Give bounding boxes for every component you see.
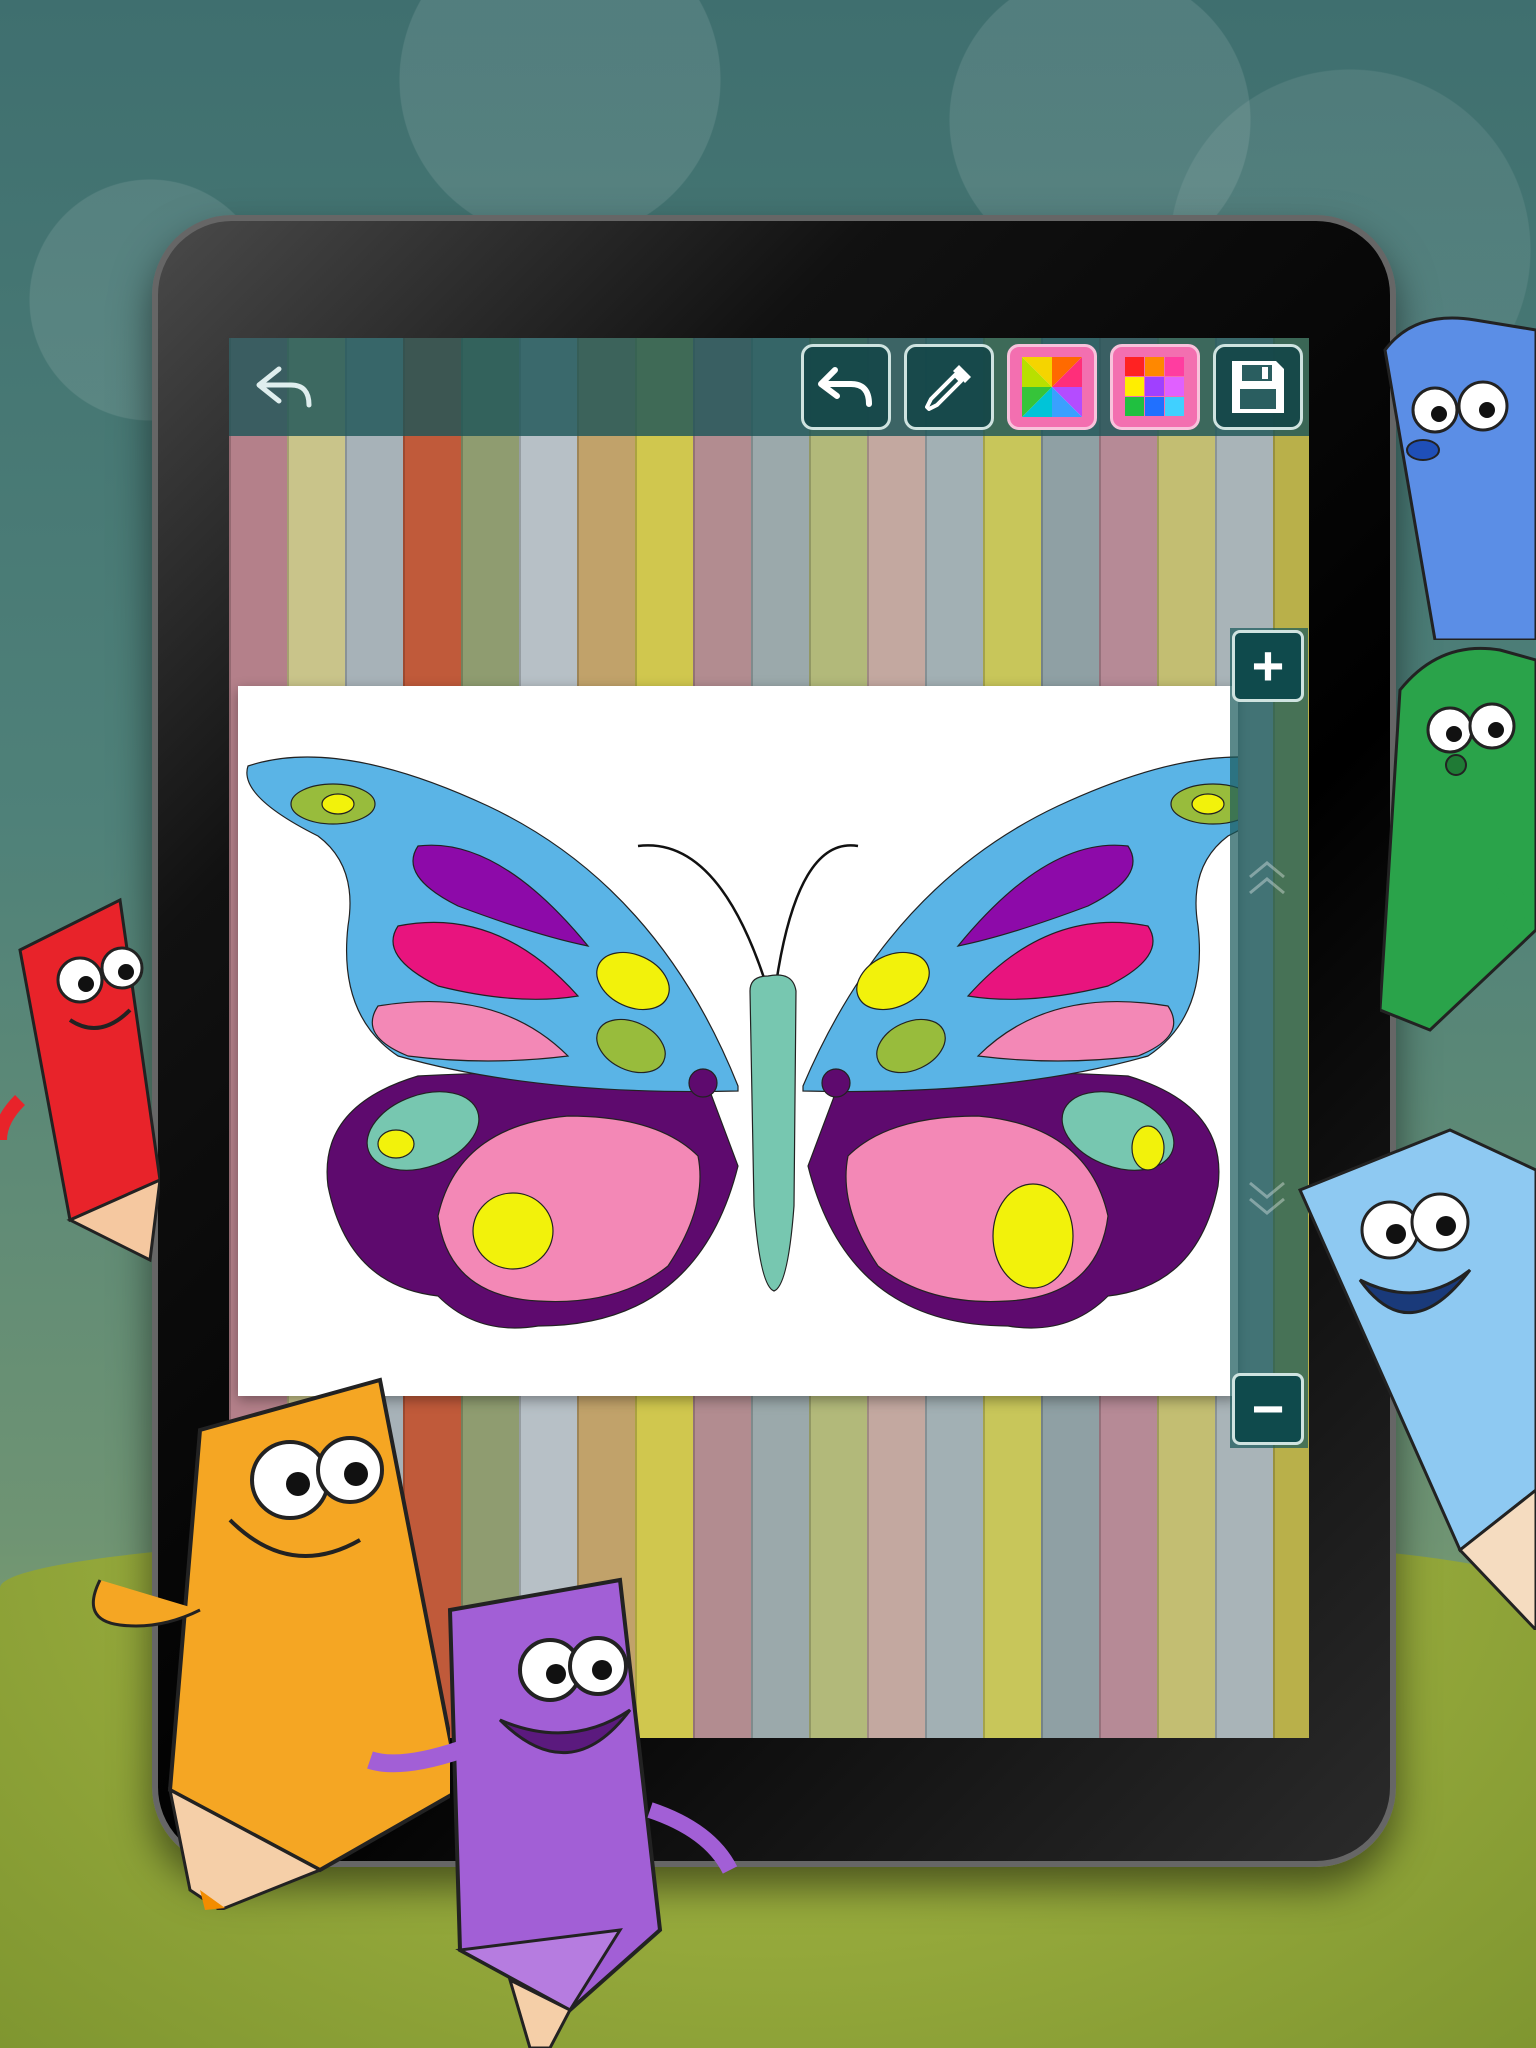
zoom-out-label: −: [1251, 1377, 1285, 1440]
green-pencil-character: [1380, 646, 1536, 1032]
zoom-in-label: +: [1251, 634, 1285, 697]
color-palette-icon: [1125, 357, 1184, 416]
double-chevron-down-icon[interactable]: [1242, 1173, 1292, 1223]
eyedropper-icon: [925, 365, 971, 411]
zoom-in-button[interactable]: +: [1232, 630, 1304, 702]
double-chevron-up-icon[interactable]: [1242, 853, 1292, 903]
undo-button[interactable]: [801, 344, 891, 430]
blue-pencil-character: [1383, 316, 1536, 640]
back-arrow-icon: [256, 366, 312, 408]
butterfly-drawing[interactable]: [238, 686, 1300, 1396]
color-wheel-icon: [1022, 357, 1082, 417]
color-wheel-button[interactable]: [1007, 344, 1097, 430]
floppy-disk-icon: [1232, 361, 1284, 413]
purple-pencil-character: [367, 1577, 738, 2048]
toolbar: [229, 338, 1309, 436]
eyedropper-button[interactable]: [904, 344, 994, 430]
save-button[interactable]: [1213, 344, 1303, 430]
red-pencil-character: [0, 897, 160, 1263]
undo-icon: [818, 367, 872, 407]
back-button[interactable]: [249, 352, 319, 422]
light-blue-pencil-character: [1297, 1128, 1536, 1630]
color-palette-button[interactable]: [1110, 344, 1200, 430]
drawing-canvas[interactable]: [238, 686, 1300, 1396]
